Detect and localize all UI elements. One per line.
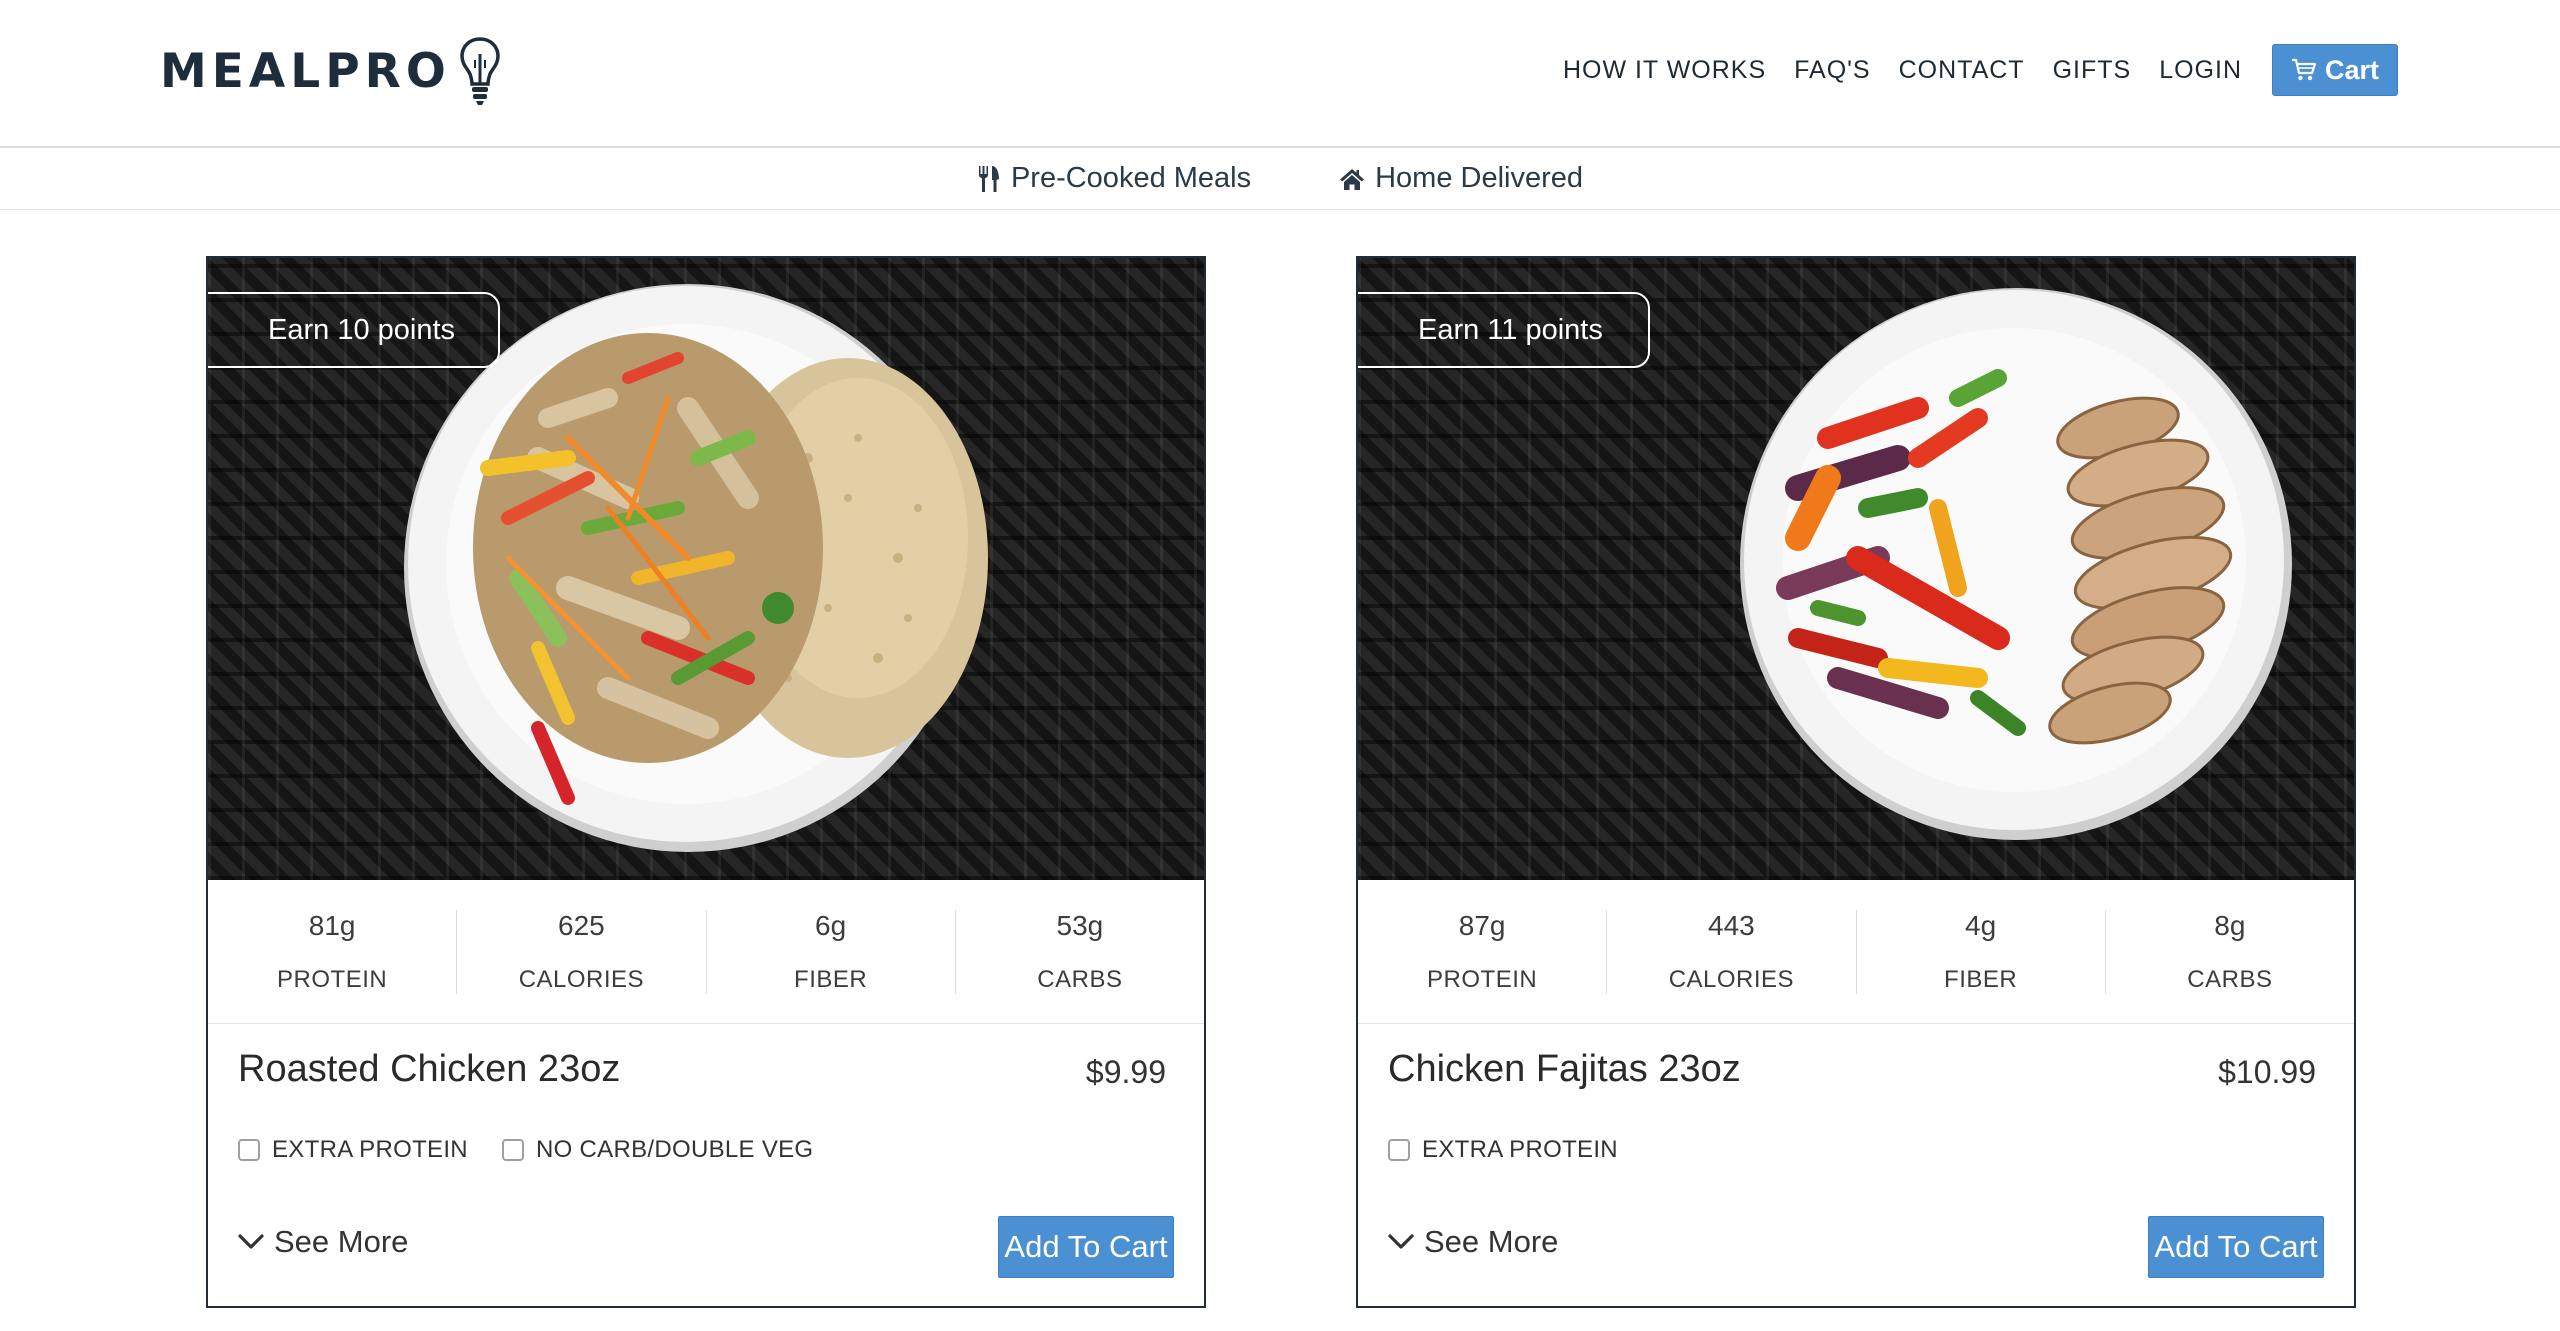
- meal-price: $10.99: [2218, 1054, 2316, 1090]
- points-badge: Earn 11 points: [1358, 292, 1650, 368]
- see-more-label: See More: [1424, 1224, 1559, 1259]
- nav-contact[interactable]: CONTACT: [1899, 56, 2025, 85]
- nutrition-value: 4g: [1965, 909, 1997, 941]
- nutrition-label: CARBS: [1037, 965, 1123, 993]
- option-label: EXTRA PROTEIN: [1422, 1136, 1618, 1163]
- meal-image[interactable]: Earn 11 points: [1358, 258, 2354, 880]
- no-carb-double-veg-checkbox[interactable]: [501, 1139, 524, 1161]
- nav-faqs[interactable]: FAQ'S: [1794, 56, 1870, 85]
- meal-title[interactable]: Chicken Fajitas 23oz: [1388, 1048, 1741, 1091]
- nutrition-calories: 443 CALORIES: [1606, 909, 1855, 994]
- nutrition-value: 87g: [1458, 909, 1506, 941]
- nutrition-carbs: 53g CARBS: [954, 909, 1204, 994]
- nutrition-value: 8g: [2214, 909, 2246, 941]
- home-icon: [1340, 168, 1365, 190]
- subnav-label: Home Delivered: [1375, 162, 1584, 194]
- nutrition-facts: 87g PROTEIN 443 CALORIES 4g FIBER 8g CAR…: [1358, 880, 2354, 1024]
- add-to-cart-button[interactable]: Add To Cart: [2148, 1216, 2324, 1278]
- nutrition-facts: 81g PROTEIN 625 CALORIES 6g FIBER 53g CA…: [208, 880, 1204, 1024]
- nutrition-fiber: 6g FIBER: [705, 909, 955, 994]
- nutrition-label: CALORIES: [518, 965, 645, 993]
- nutrition-carbs: 8g CARBS: [2104, 909, 2354, 994]
- shopping-cart-icon: [2291, 58, 2317, 81]
- chevron-down-icon: [1388, 1234, 1414, 1249]
- chevron-down-icon: [238, 1234, 264, 1249]
- nav-gifts[interactable]: GIFTS: [2053, 56, 2132, 85]
- extra-protein-checkbox[interactable]: [238, 1139, 260, 1161]
- cart-label: Cart: [2324, 54, 2379, 85]
- option-extra-protein[interactable]: EXTRA PROTEIN: [238, 1136, 468, 1164]
- see-more-toggle[interactable]: See More: [238, 1224, 408, 1260]
- subnav-home-delivered: Home Delivered: [1339, 162, 1583, 195]
- meal-price: $9.99: [1085, 1054, 1166, 1090]
- nutrition-label: PROTEIN: [1427, 965, 1538, 993]
- see-more-label: See More: [274, 1224, 409, 1259]
- logo-text: MEALPRO: [160, 43, 451, 99]
- meal-options: EXTRA PROTEIN NO CARB/DOUBLE VEG: [238, 1136, 847, 1164]
- fork-knife-icon: [978, 165, 999, 192]
- see-more-toggle[interactable]: See More: [1388, 1224, 1558, 1260]
- nutrition-value: 6g: [815, 909, 847, 941]
- meal-title[interactable]: Roasted Chicken 23oz: [238, 1048, 620, 1091]
- option-label: NO CARB/DOUBLE VEG: [535, 1136, 814, 1163]
- nutrition-value: 53g: [1056, 909, 1104, 941]
- nutrition-label: FIBER: [794, 965, 868, 993]
- meal-card: Earn 10 points 81g PROTEIN 625 CALORIES …: [206, 256, 1206, 1308]
- points-badge: Earn 10 points: [208, 292, 500, 368]
- add-to-cart-button[interactable]: Add To Cart: [998, 1216, 1174, 1278]
- nutrition-value: 625: [558, 909, 605, 941]
- subnav-label: Pre-Cooked Meals: [1010, 162, 1252, 194]
- nutrition-value: 81g: [308, 909, 356, 941]
- nutrition-protein: 87g PROTEIN: [1358, 910, 1606, 994]
- nutrition-fiber: 4g FIBER: [1855, 909, 2105, 994]
- mealpro-logo[interactable]: MEALPRO: [160, 36, 501, 106]
- option-extra-protein[interactable]: EXTRA PROTEIN: [1388, 1136, 1618, 1164]
- site-header: MEALPRO HOW IT WORKS FAQ'S CONTACT GIFTS…: [0, 0, 2560, 148]
- option-label: EXTRA PROTEIN: [272, 1136, 468, 1163]
- nutrition-label: FIBER: [1944, 965, 2018, 993]
- nutrition-calories: 625 CALORIES: [456, 909, 705, 994]
- nutrition-label: PROTEIN: [277, 965, 388, 993]
- nav-how-it-works[interactable]: HOW IT WORKS: [1563, 56, 1766, 85]
- option-no-carb-double-veg[interactable]: NO CARB/DOUBLE VEG: [501, 1136, 814, 1164]
- meal-card: Earn 11 points 87g PROTEIN 443 CALORIES …: [1356, 256, 2356, 1308]
- subnav-pre-cooked-meals: Pre-Cooked Meals: [977, 162, 1251, 195]
- sub-navigation: Pre-Cooked Meals Home Delivered: [0, 148, 2560, 210]
- nutrition-value: 443: [1708, 909, 1755, 941]
- nutrition-protein: 81g PROTEIN: [208, 910, 456, 994]
- nav-login[interactable]: LOGIN: [2159, 56, 2242, 85]
- meal-options: EXTRA PROTEIN: [1388, 1136, 1652, 1164]
- extra-protein-checkbox[interactable]: [1388, 1139, 1410, 1161]
- main-nav: HOW IT WORKS FAQ'S CONTACT GIFTS LOGIN C…: [1563, 44, 2398, 96]
- nutrition-label: CARBS: [2187, 965, 2273, 993]
- meal-image[interactable]: Earn 10 points: [208, 258, 1204, 880]
- cart-button[interactable]: Cart: [2272, 44, 2398, 96]
- nutrition-label: CALORIES: [1668, 965, 1795, 993]
- lightbulb-icon: [460, 37, 500, 105]
